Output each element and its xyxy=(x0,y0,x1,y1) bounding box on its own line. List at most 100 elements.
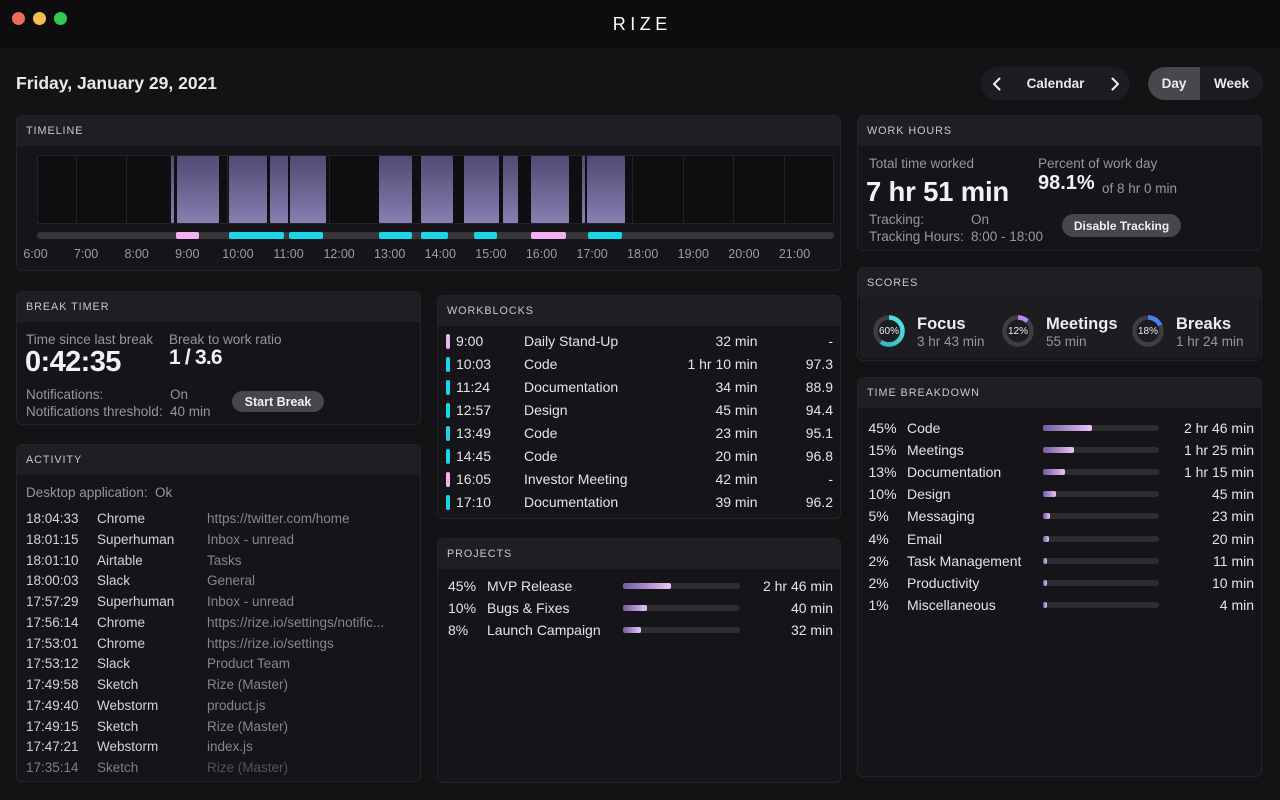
workblock-score: 96.2 xyxy=(806,494,833,510)
activity-detail: index.js xyxy=(207,739,253,754)
workblock-kind-bar xyxy=(446,380,450,395)
time-breakdown-row-percent: 1% xyxy=(869,597,889,613)
score-percent: 60% xyxy=(871,313,907,349)
activity-row[interactable]: 17:53:01Chromehttps://rize.io/settings xyxy=(26,636,411,656)
workblock-row[interactable]: 9:00Daily Stand-Up32 min- xyxy=(438,331,840,353)
time-breakdown-row[interactable]: 15%Meetings1 hr 25 min xyxy=(858,440,1261,461)
workblock-title: Investor Meeting xyxy=(524,471,628,487)
time-breakdown-row-bar-fill xyxy=(1043,491,1056,497)
workblock-row[interactable]: 17:10Documentation39 min96.2 xyxy=(438,492,840,514)
scores-panel: SCORES 60%Focus3 hr 43 min12%Meetings55 … xyxy=(857,267,1262,361)
timeline-activity-block xyxy=(587,156,625,223)
tab-day[interactable]: Day xyxy=(1148,67,1200,100)
calendar-prev-button[interactable] xyxy=(981,67,1011,100)
activity-row[interactable]: 18:01:15SuperhumanInbox - unread xyxy=(26,532,411,552)
chevron-left-icon xyxy=(992,77,1001,91)
break-timer-panel-title: BREAK TIMER xyxy=(17,292,420,322)
activity-row[interactable]: 17:35:14SketchRize (Master) xyxy=(26,760,411,780)
project-row[interactable]: 8%Launch Campaign32 min xyxy=(438,620,840,641)
work-hours-panel: WORK HOURS Total time worked 7 hr 51 min… xyxy=(857,115,1262,251)
time-breakdown-row-bar-fill xyxy=(1043,580,1047,586)
percent-of-label: of 8 hr 0 min xyxy=(1102,181,1177,196)
timeline-hour-label: 8:00 xyxy=(125,247,149,261)
time-breakdown-row[interactable]: 10%Design45 min xyxy=(858,484,1261,505)
workblock-row[interactable]: 11:24Documentation34 min88.9 xyxy=(438,377,840,399)
score-name: Meetings xyxy=(1046,315,1118,334)
workblock-row[interactable]: 12:57Design45 min94.4 xyxy=(438,400,840,422)
disable-tracking-button[interactable]: Disable Tracking xyxy=(1062,214,1181,237)
activity-row[interactable]: 17:49:40Webstormproduct.js xyxy=(26,698,411,718)
project-row[interactable]: 45%MVP Release2 hr 46 min xyxy=(438,576,840,597)
workblock-title: Code xyxy=(524,425,557,441)
time-breakdown-row[interactable]: 4%Email20 min xyxy=(858,529,1261,550)
project-row-duration: 32 min xyxy=(791,622,833,638)
time-breakdown-row[interactable]: 5%Messaging23 min xyxy=(858,506,1261,527)
time-breakdown-row[interactable]: 1%Miscellaneous4 min xyxy=(858,595,1261,616)
calendar-button[interactable]: Calendar xyxy=(1011,76,1100,91)
workblock-row[interactable]: 10:03Code1 hr 10 min97.3 xyxy=(438,354,840,376)
workblock-time: 11:24 xyxy=(456,379,490,395)
time-breakdown-row-bar-fill xyxy=(1043,469,1065,475)
time-breakdown-row[interactable]: 13%Documentation1 hr 15 min xyxy=(858,462,1261,483)
time-breakdown-row-percent: 10% xyxy=(869,486,897,502)
time-breakdown-row-name: Design xyxy=(907,486,951,502)
activity-row[interactable]: 17:53:12SlackProduct Team xyxy=(26,656,411,676)
timeline-focus-segment xyxy=(421,232,448,239)
activity-row[interactable]: 17:57:29SuperhumanInbox - unread xyxy=(26,594,411,614)
workblock-time: 13:49 xyxy=(456,425,491,441)
workblock-score: 97.3 xyxy=(806,356,833,372)
time-breakdown-row-percent: 4% xyxy=(869,531,889,547)
projects-panel: PROJECTS 45%MVP Release2 hr 46 min10%Bug… xyxy=(437,538,841,783)
timeline-hour-label: 14:00 xyxy=(425,247,456,261)
project-row-duration: 2 hr 46 min xyxy=(763,578,833,594)
workblock-kind-bar xyxy=(446,357,450,372)
time-breakdown-row-name: Messaging xyxy=(907,508,975,524)
timeline-hour-label: 11:00 xyxy=(273,247,303,261)
time-breakdown-row-bar-fill xyxy=(1043,536,1049,542)
workblock-row[interactable]: 13:49Code23 min95.1 xyxy=(438,423,840,445)
activity-row[interactable]: 18:00:03SlackGeneral xyxy=(26,573,411,593)
workblock-title: Documentation xyxy=(524,494,618,510)
activity-row[interactable]: 17:47:21Webstormindex.js xyxy=(26,739,411,759)
timeline-gridline xyxy=(76,156,77,223)
project-row-percent: 10% xyxy=(448,600,476,616)
start-break-button[interactable]: Start Break xyxy=(232,391,324,412)
timeline-activity-block xyxy=(503,156,518,223)
time-breakdown-row[interactable]: 45%Code2 hr 46 min xyxy=(858,418,1261,439)
workblock-time: 10:03 xyxy=(456,356,491,372)
activity-row[interactable]: 17:49:58SketchRize (Master) xyxy=(26,677,411,697)
score-name: Focus xyxy=(917,315,966,334)
time-breakdown-row-duration: 4 min xyxy=(1220,597,1254,613)
score-duration: 3 hr 43 min xyxy=(917,334,985,349)
timeline-focus-segment xyxy=(289,232,323,239)
timeline-activity-block xyxy=(379,156,413,223)
activity-detail: Product Team xyxy=(207,656,290,671)
time-breakdown-row-bar-track xyxy=(1043,513,1159,519)
activity-row[interactable]: 18:04:33Chromehttps://twitter.com/home xyxy=(26,511,411,531)
activity-detail: Inbox - unread xyxy=(207,532,294,547)
workblock-row[interactable]: 14:45Code20 min96.8 xyxy=(438,446,840,468)
project-row[interactable]: 10%Bugs & Fixes40 min xyxy=(438,598,840,619)
timeline-marker-track xyxy=(37,232,834,239)
activity-app: Sketch xyxy=(97,760,138,775)
workblock-duration: 20 min xyxy=(715,448,757,464)
activity-row[interactable]: 17:56:14Chromehttps://rize.io/settings/n… xyxy=(26,615,411,635)
activity-time: 17:49:15 xyxy=(26,719,79,734)
activity-app: Chrome xyxy=(97,511,145,526)
tab-week[interactable]: Week xyxy=(1200,67,1263,100)
timeline-activity-block xyxy=(177,156,219,223)
activity-detail: Rize (Master) xyxy=(207,677,288,692)
timeline-activity-block xyxy=(464,156,499,223)
activity-row[interactable]: 17:49:15SketchRize (Master) xyxy=(26,719,411,739)
time-breakdown-row[interactable]: 2%Productivity10 min xyxy=(858,573,1261,594)
timeline-focus-segment xyxy=(379,232,413,239)
workblock-row[interactable]: 16:05Investor Meeting42 min- xyxy=(438,469,840,491)
activity-row[interactable]: 18:01:10AirtableTasks xyxy=(26,553,411,573)
workblock-kind-bar xyxy=(446,334,450,349)
calendar-next-button[interactable] xyxy=(1100,67,1130,100)
score-percent: 12% xyxy=(1000,313,1036,349)
time-breakdown-row[interactable]: 2%Task Management11 min xyxy=(858,551,1261,572)
timeline-chart[interactable] xyxy=(37,155,834,224)
workblock-time: 9:00 xyxy=(456,333,483,349)
score-meetings: 12%Meetings55 min xyxy=(1000,313,1130,349)
